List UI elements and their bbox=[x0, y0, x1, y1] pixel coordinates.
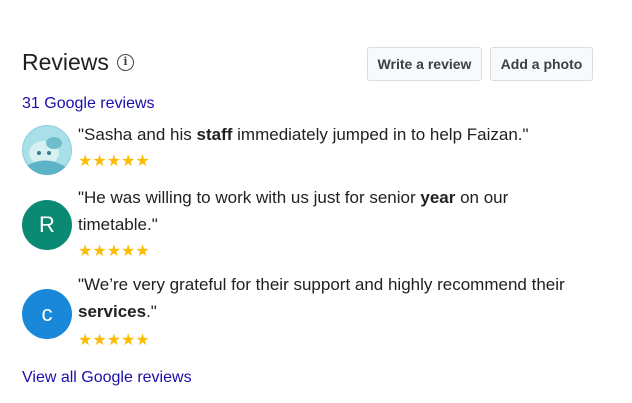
reviewer-avatar-letter: R bbox=[22, 200, 72, 250]
reviews-title: Reviews bbox=[22, 49, 109, 75]
review-item: "Sasha and his staff immediately jumped … bbox=[22, 123, 602, 178]
review-quote: "He was willing to work with us just for… bbox=[78, 188, 509, 234]
reviewer-avatar-photo bbox=[22, 125, 72, 175]
rating-stars: ★★★★★ bbox=[78, 332, 150, 349]
write-review-button[interactable]: Write a review bbox=[367, 47, 482, 81]
reviewer-avatar-letter: c bbox=[22, 289, 72, 339]
review-quote-highlight: staff bbox=[196, 125, 233, 144]
rating-stars: ★★★★★ bbox=[78, 243, 150, 260]
review-quote: "Sasha and his staff immediately jumped … bbox=[78, 125, 529, 144]
review-quote: "We’re very grateful for their support a… bbox=[78, 275, 565, 321]
review-item: c "We’re very grateful for their support… bbox=[22, 275, 602, 356]
add-photo-button[interactable]: Add a photo bbox=[490, 47, 593, 81]
info-icon[interactable]: i bbox=[117, 54, 134, 71]
google-reviews-count-link[interactable]: 31 Google reviews bbox=[22, 94, 155, 114]
review-quote-highlight: year bbox=[420, 188, 456, 207]
view-all-reviews-link[interactable]: View all Google reviews bbox=[22, 368, 192, 388]
review-quote-highlight: services bbox=[78, 302, 147, 321]
rating-stars: ★★★★★ bbox=[78, 153, 150, 170]
review-item: R "He was willing to work with us just f… bbox=[22, 187, 602, 267]
